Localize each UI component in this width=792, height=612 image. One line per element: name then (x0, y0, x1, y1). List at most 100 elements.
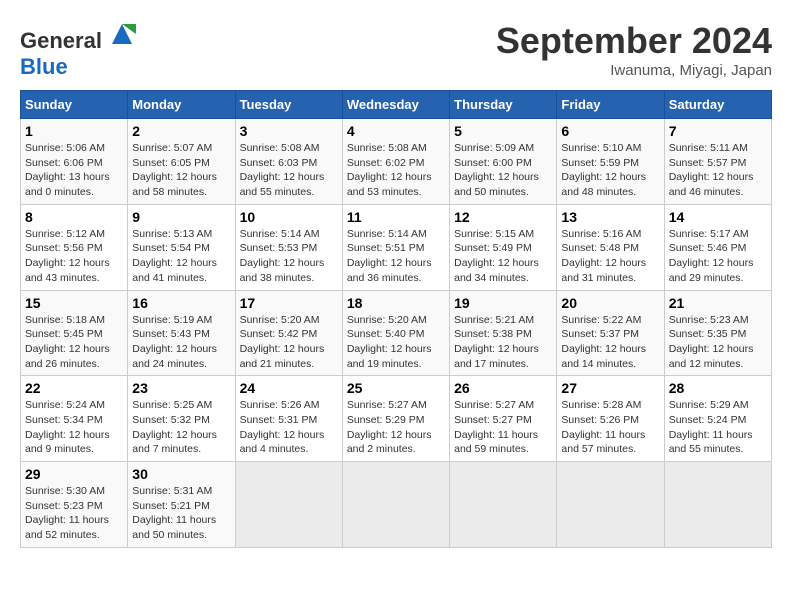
logo-text: General Blue (20, 20, 136, 80)
day-info: Sunrise: 5:17 AM Sunset: 5:46 PM Dayligh… (669, 227, 767, 286)
calendar-day-cell (557, 462, 664, 548)
logo-icon (108, 20, 136, 48)
day-info: Sunrise: 5:15 AM Sunset: 5:49 PM Dayligh… (454, 227, 552, 286)
calendar-day-cell (450, 462, 557, 548)
day-info: Sunrise: 5:14 AM Sunset: 5:51 PM Dayligh… (347, 227, 445, 286)
calendar-day-cell: 18 Sunrise: 5:20 AM Sunset: 5:40 PM Dayli… (342, 290, 449, 376)
calendar-day-cell (235, 462, 342, 548)
day-info: Sunrise: 5:20 AM Sunset: 5:42 PM Dayligh… (240, 313, 338, 372)
title-area: September 2024 Iwanuma, Miyagi, Japan (496, 20, 772, 79)
day-info: Sunrise: 5:19 AM Sunset: 5:43 PM Dayligh… (132, 313, 230, 372)
calendar-day-cell: 17 Sunrise: 5:20 AM Sunset: 5:42 PM Dayli… (235, 290, 342, 376)
day-number: 27 (561, 380, 659, 396)
day-number: 22 (25, 380, 123, 396)
calendar-day-cell: 3 Sunrise: 5:08 AM Sunset: 6:03 PM Daylig… (235, 119, 342, 205)
day-number: 28 (669, 380, 767, 396)
calendar-day-cell: 19 Sunrise: 5:21 AM Sunset: 5:38 PM Dayli… (450, 290, 557, 376)
day-info: Sunrise: 5:22 AM Sunset: 5:37 PM Dayligh… (561, 313, 659, 372)
day-number: 14 (669, 209, 767, 225)
day-info: Sunrise: 5:11 AM Sunset: 5:57 PM Dayligh… (669, 141, 767, 200)
weekday-header-cell: Monday (128, 91, 235, 119)
day-number: 21 (669, 295, 767, 311)
day-info: Sunrise: 5:16 AM Sunset: 5:48 PM Dayligh… (561, 227, 659, 286)
calendar-day-cell: 22 Sunrise: 5:24 AM Sunset: 5:34 PM Dayli… (21, 376, 128, 462)
day-info: Sunrise: 5:28 AM Sunset: 5:26 PM Dayligh… (561, 398, 659, 457)
day-number: 17 (240, 295, 338, 311)
day-info: Sunrise: 5:30 AM Sunset: 5:23 PM Dayligh… (25, 484, 123, 543)
calendar-day-cell: 10 Sunrise: 5:14 AM Sunset: 5:53 PM Dayli… (235, 204, 342, 290)
day-info: Sunrise: 5:13 AM Sunset: 5:54 PM Dayligh… (132, 227, 230, 286)
day-info: Sunrise: 5:23 AM Sunset: 5:35 PM Dayligh… (669, 313, 767, 372)
day-number: 6 (561, 123, 659, 139)
calendar-week-row: 15 Sunrise: 5:18 AM Sunset: 5:45 PM Dayli… (21, 290, 772, 376)
calendar-week-row: 8Sunrise: 5:12 AM Sunset: 5:56 PM Daylig… (21, 204, 772, 290)
calendar-day-cell (664, 462, 771, 548)
day-number: 4 (347, 123, 445, 139)
calendar-body: 1Sunrise: 5:06 AM Sunset: 6:06 PM Daylig… (21, 119, 772, 548)
calendar-week-row: 29 Sunrise: 5:30 AM Sunset: 5:23 PM Dayli… (21, 462, 772, 548)
day-info: Sunrise: 5:14 AM Sunset: 5:53 PM Dayligh… (240, 227, 338, 286)
day-number: 9 (132, 209, 230, 225)
calendar-day-cell: 24Sunrise: 5:26 AM Sunset: 5:31 PM Dayli… (235, 376, 342, 462)
day-number: 20 (561, 295, 659, 311)
day-number: 5 (454, 123, 552, 139)
day-number: 23 (132, 380, 230, 396)
day-number: 16 (132, 295, 230, 311)
day-number: 30 (132, 466, 230, 482)
calendar-day-cell: 11 Sunrise: 5:14 AM Sunset: 5:51 PM Dayli… (342, 204, 449, 290)
calendar-day-cell: 14 Sunrise: 5:17 AM Sunset: 5:46 PM Dayli… (664, 204, 771, 290)
day-info: Sunrise: 5:24 AM Sunset: 5:34 PM Dayligh… (25, 398, 123, 457)
calendar-day-cell: 30Sunrise: 5:31 AM Sunset: 5:21 PM Dayli… (128, 462, 235, 548)
weekday-header-cell: Wednesday (342, 91, 449, 119)
day-number: 29 (25, 466, 123, 482)
calendar-day-cell: 2 Sunrise: 5:07 AM Sunset: 6:05 PM Daylig… (128, 119, 235, 205)
day-info: Sunrise: 5:10 AM Sunset: 5:59 PM Dayligh… (561, 141, 659, 200)
weekday-header-cell: Saturday (664, 91, 771, 119)
calendar-day-cell: 4 Sunrise: 5:08 AM Sunset: 6:02 PM Daylig… (342, 119, 449, 205)
calendar-day-cell: 1Sunrise: 5:06 AM Sunset: 6:06 PM Daylig… (21, 119, 128, 205)
day-info: Sunrise: 5:29 AM Sunset: 5:24 PM Dayligh… (669, 398, 767, 457)
calendar-day-cell: 12Sunrise: 5:15 AM Sunset: 5:49 PM Dayli… (450, 204, 557, 290)
calendar-day-cell: 27 Sunrise: 5:28 AM Sunset: 5:26 PM Dayli… (557, 376, 664, 462)
day-number: 19 (454, 295, 552, 311)
day-number: 18 (347, 295, 445, 311)
calendar-day-cell: 15 Sunrise: 5:18 AM Sunset: 5:45 PM Dayli… (21, 290, 128, 376)
day-info: Sunrise: 5:18 AM Sunset: 5:45 PM Dayligh… (25, 313, 123, 372)
calendar-day-cell: 6 Sunrise: 5:10 AM Sunset: 5:59 PM Daylig… (557, 119, 664, 205)
day-info: Sunrise: 5:27 AM Sunset: 5:29 PM Dayligh… (347, 398, 445, 457)
weekday-header-cell: Friday (557, 91, 664, 119)
day-number: 15 (25, 295, 123, 311)
day-info: Sunrise: 5:26 AM Sunset: 5:31 PM Dayligh… (240, 398, 338, 457)
logo: General Blue (20, 20, 136, 80)
logo-blue: Blue (20, 54, 68, 79)
day-number: 26 (454, 380, 552, 396)
calendar-day-cell: 5Sunrise: 5:09 AM Sunset: 6:00 PM Daylig… (450, 119, 557, 205)
day-info: Sunrise: 5:06 AM Sunset: 6:06 PM Dayligh… (25, 141, 123, 200)
logo-general: General (20, 28, 102, 53)
day-number: 3 (240, 123, 338, 139)
calendar-day-cell: 16 Sunrise: 5:19 AM Sunset: 5:43 PM Dayli… (128, 290, 235, 376)
page-header: General Blue September 2024 Iwanuma, Miy… (20, 20, 772, 80)
day-info: Sunrise: 5:27 AM Sunset: 5:27 PM Dayligh… (454, 398, 552, 457)
day-number: 10 (240, 209, 338, 225)
day-number: 11 (347, 209, 445, 225)
day-info: Sunrise: 5:08 AM Sunset: 6:03 PM Dayligh… (240, 141, 338, 200)
calendar-table: SundayMondayTuesdayWednesdayThursdayFrid… (20, 90, 772, 548)
day-info: Sunrise: 5:08 AM Sunset: 6:02 PM Dayligh… (347, 141, 445, 200)
weekday-header-cell: Thursday (450, 91, 557, 119)
weekday-header-row: SundayMondayTuesdayWednesdayThursdayFrid… (21, 91, 772, 119)
calendar-day-cell: 7 Sunrise: 5:11 AM Sunset: 5:57 PM Daylig… (664, 119, 771, 205)
day-info: Sunrise: 5:20 AM Sunset: 5:40 PM Dayligh… (347, 313, 445, 372)
month-title: September 2024 (496, 20, 772, 62)
day-number: 25 (347, 380, 445, 396)
calendar-week-row: 1Sunrise: 5:06 AM Sunset: 6:06 PM Daylig… (21, 119, 772, 205)
day-number: 2 (132, 123, 230, 139)
calendar-day-cell: 23Sunrise: 5:25 AM Sunset: 5:32 PM Dayli… (128, 376, 235, 462)
calendar-day-cell: 8Sunrise: 5:12 AM Sunset: 5:56 PM Daylig… (21, 204, 128, 290)
day-info: Sunrise: 5:21 AM Sunset: 5:38 PM Dayligh… (454, 313, 552, 372)
day-number: 13 (561, 209, 659, 225)
calendar-day-cell: 21 Sunrise: 5:23 AM Sunset: 5:35 PM Dayli… (664, 290, 771, 376)
calendar-day-cell (342, 462, 449, 548)
day-number: 7 (669, 123, 767, 139)
day-info: Sunrise: 5:07 AM Sunset: 6:05 PM Dayligh… (132, 141, 230, 200)
